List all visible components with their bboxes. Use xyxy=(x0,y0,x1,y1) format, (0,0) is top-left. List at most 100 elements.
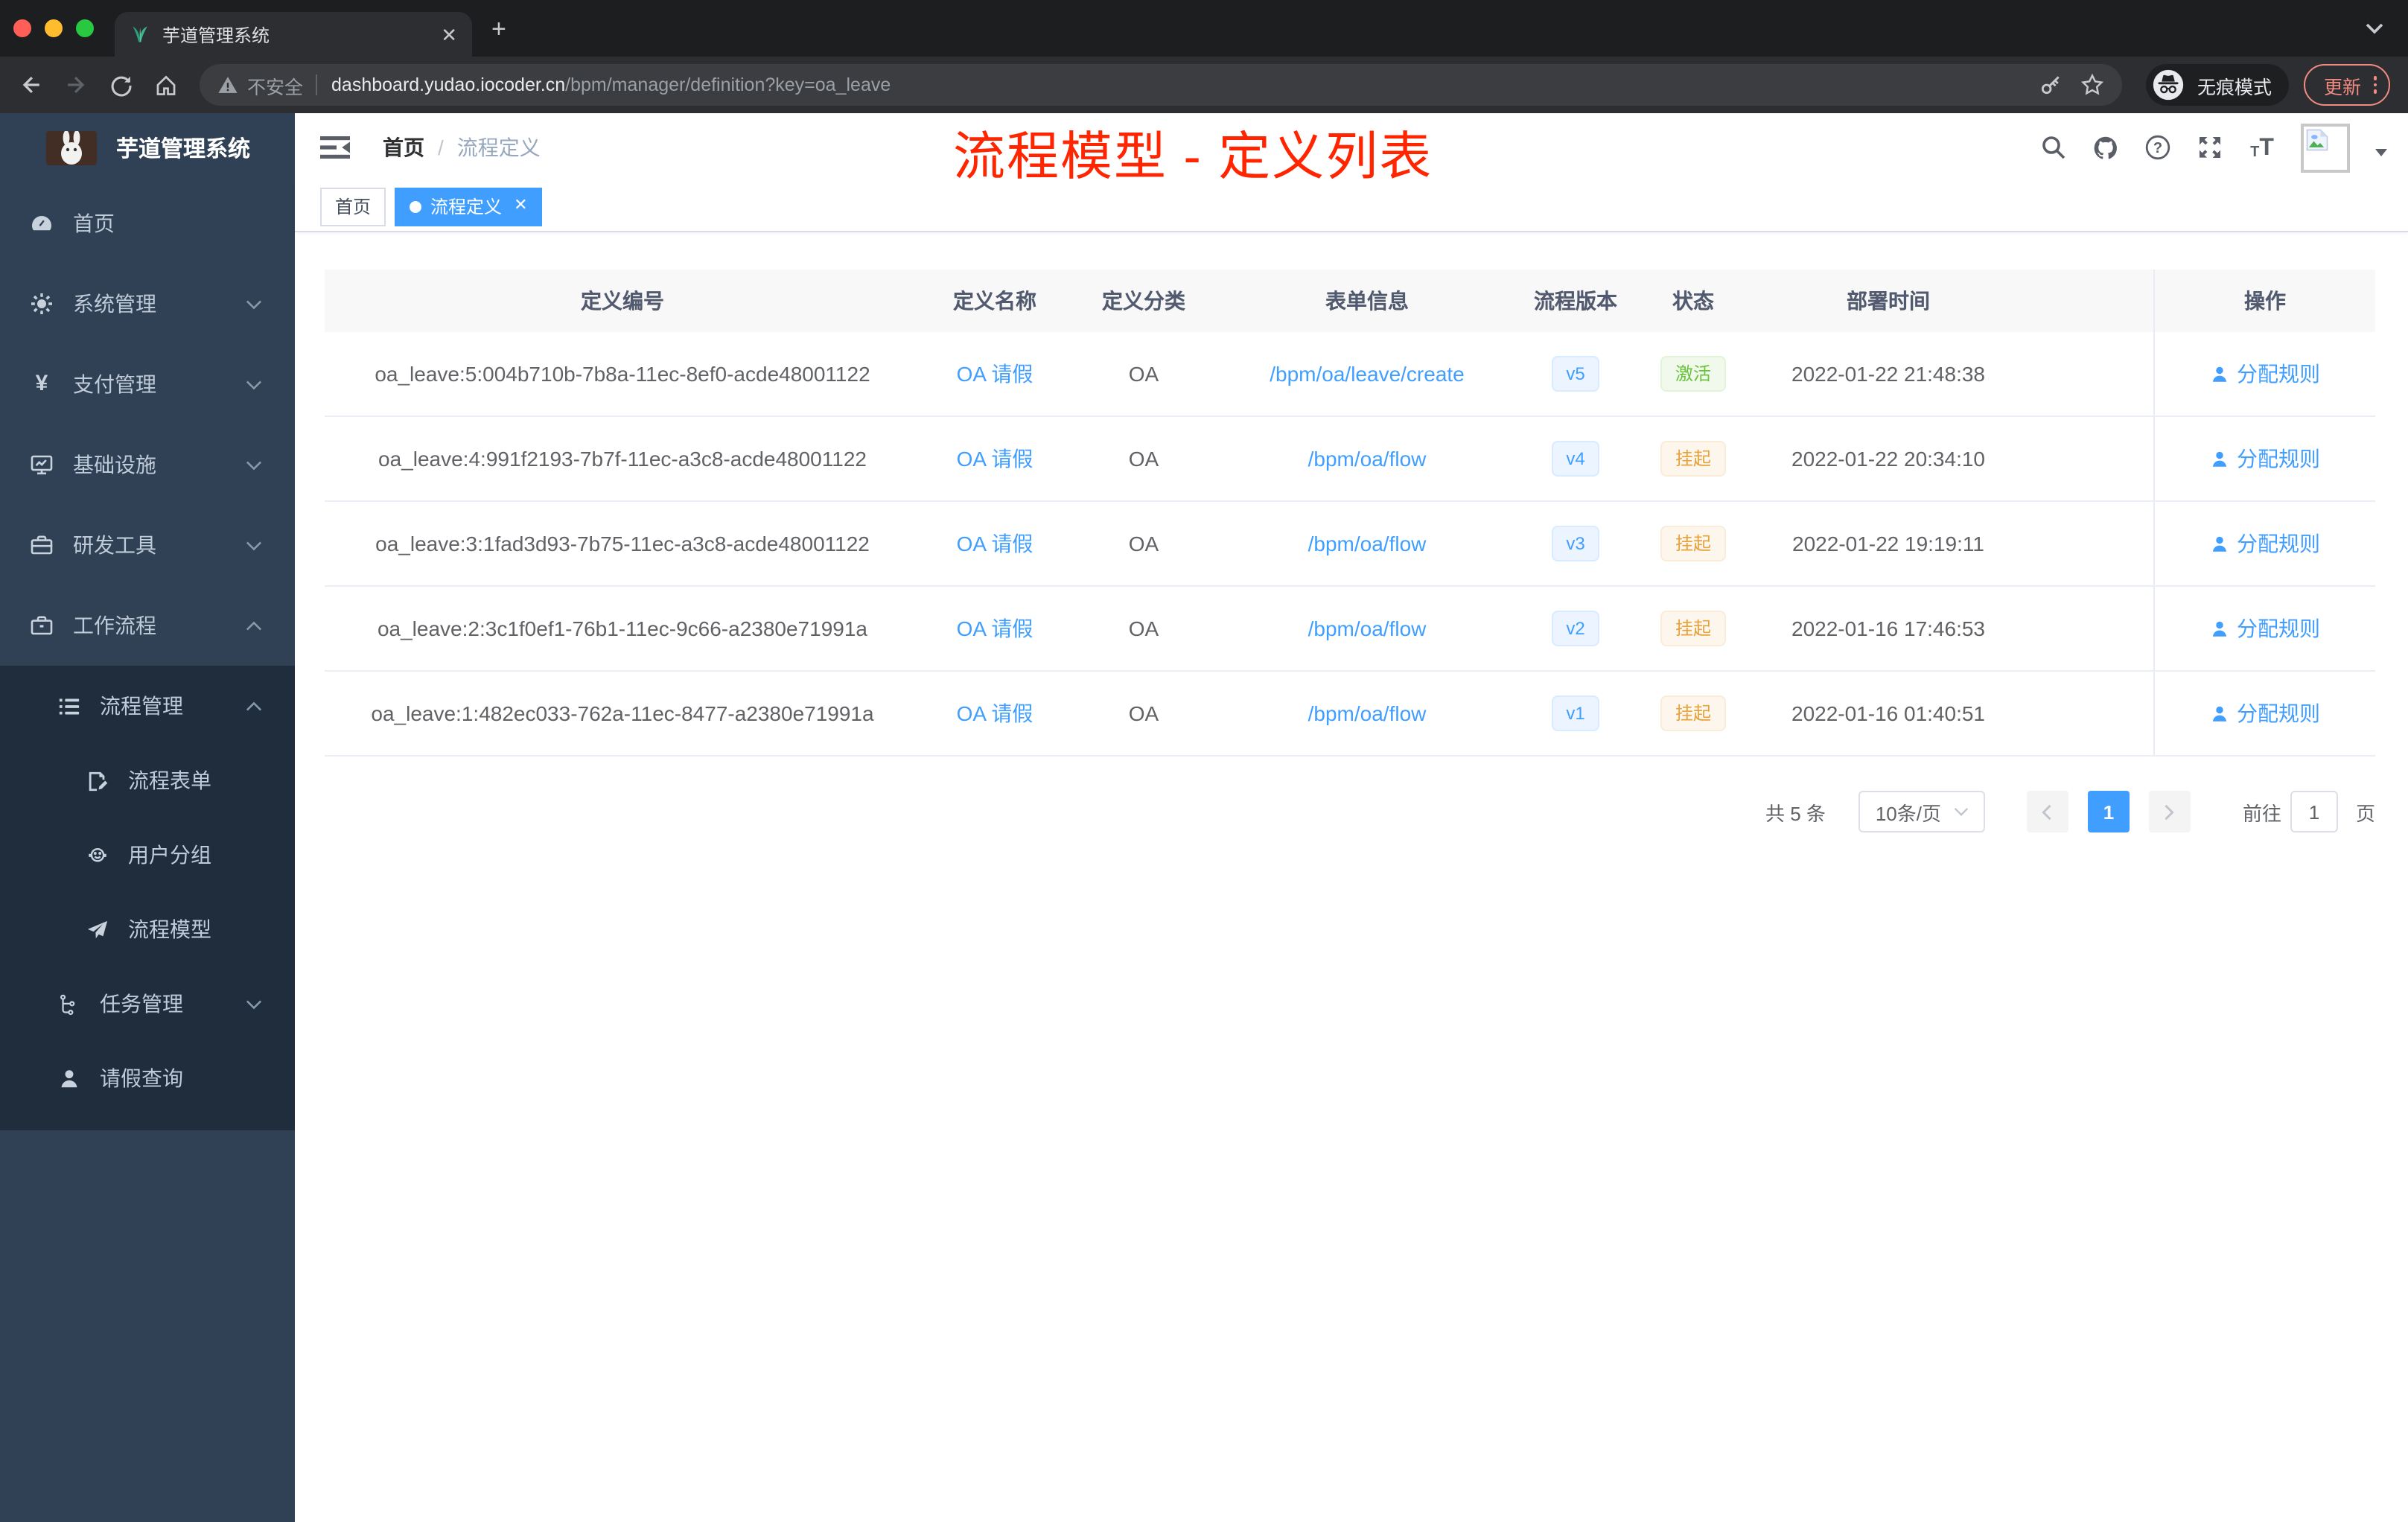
definition-category: OA xyxy=(1128,701,1159,725)
definition-name-link[interactable]: OA 请假 xyxy=(957,447,1033,471)
deploy-time: 2022-01-22 19:19:11 xyxy=(1792,532,1984,555)
sidebar-item-payment[interactable]: ¥ 支付管理 xyxy=(0,344,295,424)
tag-close-icon[interactable]: ✕ xyxy=(514,197,527,214)
definition-name-link[interactable]: OA 请假 xyxy=(957,362,1033,386)
tag-home[interactable]: 首页 xyxy=(320,187,386,226)
form-link[interactable]: /bpm/oa/flow xyxy=(1308,701,1427,725)
form-link[interactable]: /bpm/oa/leave/create xyxy=(1270,362,1465,386)
breadcrumb: 首页 / 流程定义 xyxy=(383,133,541,162)
sidebar-item-devtools[interactable]: 研发工具 xyxy=(0,505,295,585)
sidebar-item-leave-query[interactable]: 请假查询 xyxy=(0,1041,295,1115)
column-header: 操作 xyxy=(2153,270,2375,332)
sidebar-item-workflow[interactable]: 工作流程 xyxy=(0,585,295,666)
logo-avatar xyxy=(46,131,97,165)
people-icon xyxy=(85,843,109,867)
sidebar-item-user-group[interactable]: 用户分组 xyxy=(0,818,295,892)
user-icon xyxy=(2212,366,2227,381)
sidebar-toggle-icon[interactable] xyxy=(320,133,350,162)
browser-tab[interactable]: 芋道管理系统 ✕ xyxy=(115,12,472,57)
tag-process-definition[interactable]: 流程定义 ✕ xyxy=(395,187,543,226)
reload-button[interactable] xyxy=(101,66,140,104)
current-page-button[interactable]: 1 xyxy=(2087,791,2130,832)
page-size-select[interactable]: 10条/页 xyxy=(1858,791,1985,832)
chevron-up-icon xyxy=(246,701,262,710)
search-icon[interactable] xyxy=(2040,134,2067,161)
prev-page-button[interactable] xyxy=(2026,791,2068,832)
avatar-dropdown-caret-icon[interactable] xyxy=(2375,148,2387,162)
assign-rule-button[interactable]: 分配规则 xyxy=(2210,614,2320,643)
sidebar-item-system[interactable]: 系统管理 xyxy=(0,264,295,344)
bookmark-star-icon[interactable] xyxy=(2081,73,2105,97)
chevron-down-icon xyxy=(246,380,262,389)
assign-rule-button[interactable]: 分配规则 xyxy=(2210,529,2320,558)
assign-rule-button[interactable]: 分配规则 xyxy=(2210,698,2320,728)
sidebar-item-task-management[interactable]: 任务管理 xyxy=(0,967,295,1041)
sidebar-item-label: 请假查询 xyxy=(100,1066,183,1090)
definition-name-link[interactable]: OA 请假 xyxy=(957,532,1033,555)
assign-rule-button[interactable]: 分配规则 xyxy=(2210,359,2320,389)
table-header-row: 定义编号 定义名称 定义分类 表单信息 流程版本 状态 部署时间 操作 xyxy=(325,270,2375,332)
definition-id: oa_leave:2:3c1f0ef1-76b1-11ec-9c66-a2380… xyxy=(377,617,867,640)
back-button[interactable] xyxy=(12,66,51,104)
help-icon[interactable]: ? xyxy=(2144,134,2171,161)
pagination: 共 5 条 10条/页 1 前往 页 xyxy=(325,791,2375,832)
browser-update-button[interactable]: 更新 xyxy=(2304,64,2390,106)
next-page-button[interactable] xyxy=(2148,791,2191,832)
form-link[interactable]: /bpm/oa/flow xyxy=(1308,532,1427,555)
definition-name-link[interactable]: OA 请假 xyxy=(957,701,1033,725)
goto-page-input[interactable] xyxy=(2290,791,2338,832)
sidebar-item-infrastructure[interactable]: 基础设施 xyxy=(0,424,295,505)
browser-menu-icon[interactable] xyxy=(2373,76,2377,94)
form-link[interactable]: /bpm/oa/flow xyxy=(1308,617,1427,640)
svg-text:?: ? xyxy=(2153,140,2162,156)
github-icon[interactable] xyxy=(2092,134,2119,161)
sidebar-item-process-model[interactable]: 流程模型 xyxy=(0,892,295,967)
not-secure-warning-icon[interactable] xyxy=(217,74,238,95)
fullscreen-icon[interactable] xyxy=(2197,134,2223,161)
close-window-button[interactable] xyxy=(13,19,31,37)
tab-close-icon[interactable]: ✕ xyxy=(441,25,457,44)
window-controls xyxy=(13,19,94,37)
sidebar-item-process-form[interactable]: 流程表单 xyxy=(0,743,295,818)
definition-id: oa_leave:5:004b710b-7b8a-11ec-8ef0-acde4… xyxy=(375,362,870,386)
deploy-time: 2022-01-22 21:48:38 xyxy=(1791,362,1985,386)
address-bar[interactable]: 不安全 dashboard.yudao.iocoder.cn/bpm/manag… xyxy=(200,64,2123,106)
definition-id: oa_leave:4:991f2193-7b7f-11ec-a3c8-acde4… xyxy=(378,447,867,471)
avatar[interactable] xyxy=(2301,123,2350,172)
breadcrumb-separator: / xyxy=(438,136,444,159)
tab-search-chevron-icon[interactable] xyxy=(2365,22,2384,34)
forward-button[interactable] xyxy=(57,66,95,104)
definition-name-link[interactable]: OA 请假 xyxy=(957,617,1033,640)
chevron-down-icon xyxy=(1953,808,1968,816)
assign-rule-button[interactable]: 分配规则 xyxy=(2210,444,2320,474)
sidebar-logo[interactable]: 芋道管理系统 xyxy=(0,113,295,183)
form-icon xyxy=(85,768,109,792)
password-key-icon[interactable] xyxy=(2039,73,2063,97)
chevron-left-icon xyxy=(2042,803,2052,820)
minimize-window-button[interactable] xyxy=(45,19,63,37)
security-label[interactable]: 不安全 xyxy=(247,71,303,99)
font-size-icon[interactable]: TT xyxy=(2249,134,2275,161)
status-badge: 挂起 xyxy=(1660,695,1726,731)
tree-icon xyxy=(57,992,80,1016)
breadcrumb-home[interactable]: 首页 xyxy=(383,133,424,162)
zoom-window-button[interactable] xyxy=(76,19,94,37)
briefcase-icon xyxy=(30,614,54,637)
sidebar-item-process-management[interactable]: 流程管理 xyxy=(0,669,295,743)
chevron-down-icon xyxy=(246,541,262,550)
column-header: 部署时间 xyxy=(1847,289,1930,313)
definition-category: OA xyxy=(1128,617,1159,640)
user-icon xyxy=(2212,620,2227,636)
url-text[interactable]: dashboard.yudao.iocoder.cn/bpm/manager/d… xyxy=(331,74,2022,95)
sidebar-item-home[interactable]: 首页 xyxy=(0,183,295,264)
workflow-submenu: 流程管理 流程表单 用户分组 流程模型 任务管理 请假查询 xyxy=(0,666,295,1130)
tag-label: 首页 xyxy=(335,197,372,217)
sidebar-item-label: 工作流程 xyxy=(73,614,156,637)
new-tab-button[interactable]: + xyxy=(491,16,506,42)
form-link[interactable]: /bpm/oa/flow xyxy=(1308,447,1427,471)
tag-label: 流程定义 xyxy=(430,197,503,217)
user-icon xyxy=(2212,450,2227,466)
user-icon xyxy=(2212,705,2227,721)
column-header: 表单信息 xyxy=(1325,289,1409,313)
home-button[interactable] xyxy=(146,66,185,104)
